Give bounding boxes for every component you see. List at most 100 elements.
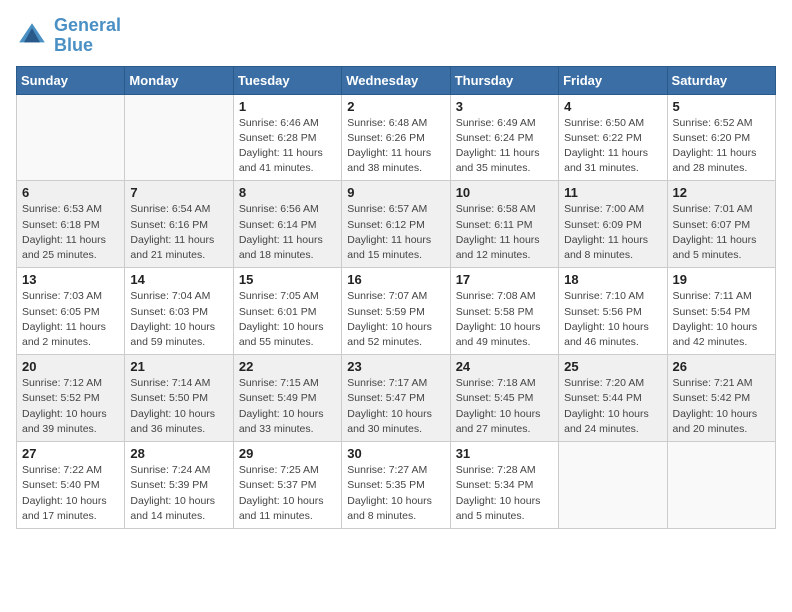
day-number: 23 [347,359,444,374]
calendar-cell: 4 Sunrise: 6:50 AMSunset: 6:22 PMDaylight… [559,94,667,181]
day-info: Sunrise: 7:01 AMSunset: 6:07 PMDaylight:… [673,202,770,263]
calendar-cell: 5 Sunrise: 6:52 AMSunset: 6:20 PMDaylight… [667,94,775,181]
day-info: Sunrise: 7:00 AMSunset: 6:09 PMDaylight:… [564,202,661,263]
day-info: Sunrise: 7:27 AMSunset: 5:35 PMDaylight:… [347,463,444,524]
day-info: Sunrise: 7:04 AMSunset: 6:03 PMDaylight:… [130,289,227,350]
day-number: 22 [239,359,336,374]
day-number: 14 [130,272,227,287]
calendar-cell: 22 Sunrise: 7:15 AMSunset: 5:49 PMDayligh… [233,355,341,442]
day-number: 5 [673,99,770,114]
day-info: Sunrise: 7:10 AMSunset: 5:56 PMDaylight:… [564,289,661,350]
calendar-cell [667,442,775,529]
day-info: Sunrise: 7:07 AMSunset: 5:59 PMDaylight:… [347,289,444,350]
day-info: Sunrise: 6:52 AMSunset: 6:20 PMDaylight:… [673,116,770,177]
day-number: 13 [22,272,119,287]
day-info: Sunrise: 6:54 AMSunset: 6:16 PMDaylight:… [130,202,227,263]
day-info: Sunrise: 6:56 AMSunset: 6:14 PMDaylight:… [239,202,336,263]
page-header: General Blue [16,16,776,56]
calendar-cell: 24 Sunrise: 7:18 AMSunset: 5:45 PMDayligh… [450,355,558,442]
calendar-cell: 12 Sunrise: 7:01 AMSunset: 6:07 PMDayligh… [667,181,775,268]
calendar-table: SundayMondayTuesdayWednesdayThursdayFrid… [16,66,776,529]
calendar-cell: 15 Sunrise: 7:05 AMSunset: 6:01 PMDayligh… [233,268,341,355]
calendar-cell: 6 Sunrise: 6:53 AMSunset: 6:18 PMDaylight… [17,181,125,268]
day-number: 8 [239,185,336,200]
day-number: 24 [456,359,553,374]
day-number: 29 [239,446,336,461]
calendar-cell: 2 Sunrise: 6:48 AMSunset: 6:26 PMDaylight… [342,94,450,181]
day-info: Sunrise: 6:50 AMSunset: 6:22 PMDaylight:… [564,116,661,177]
calendar-cell: 3 Sunrise: 6:49 AMSunset: 6:24 PMDaylight… [450,94,558,181]
calendar-cell: 17 Sunrise: 7:08 AMSunset: 5:58 PMDayligh… [450,268,558,355]
day-info: Sunrise: 7:24 AMSunset: 5:39 PMDaylight:… [130,463,227,524]
day-number: 21 [130,359,227,374]
day-number: 28 [130,446,227,461]
day-info: Sunrise: 7:03 AMSunset: 6:05 PMDaylight:… [22,289,119,350]
calendar-cell [125,94,233,181]
day-info: Sunrise: 7:17 AMSunset: 5:47 PMDaylight:… [347,376,444,437]
day-number: 15 [239,272,336,287]
calendar-cell: 25 Sunrise: 7:20 AMSunset: 5:44 PMDayligh… [559,355,667,442]
day-number: 2 [347,99,444,114]
calendar-cell: 10Sunrise: 6:58 AMSunset: 6:11 PMDayligh… [450,181,558,268]
day-of-week-header: Friday [559,66,667,94]
calendar-cell: 9 Sunrise: 6:57 AMSunset: 6:12 PMDaylight… [342,181,450,268]
calendar-cell: 21 Sunrise: 7:14 AMSunset: 5:50 PMDayligh… [125,355,233,442]
day-info: Sunrise: 7:15 AMSunset: 5:49 PMDaylight:… [239,376,336,437]
calendar-cell: 18 Sunrise: 7:10 AMSunset: 5:56 PMDayligh… [559,268,667,355]
day-info: Sunrise: 6:53 AMSunset: 6:18 PMDaylight:… [22,202,119,263]
day-info: Sunrise: 7:12 AMSunset: 5:52 PMDaylight:… [22,376,119,437]
day-number: 12 [673,185,770,200]
day-number: 4 [564,99,661,114]
day-info: Sunrise: 7:14 AMSunset: 5:50 PMDaylight:… [130,376,227,437]
day-number: 1 [239,99,336,114]
day-info: Sunrise: 6:49 AMSunset: 6:24 PMDaylight:… [456,116,553,177]
day-info: Sunrise: 7:11 AMSunset: 5:54 PMDaylight:… [673,289,770,350]
day-of-week-header: Thursday [450,66,558,94]
day-number: 27 [22,446,119,461]
day-number: 7 [130,185,227,200]
day-of-week-header: Saturday [667,66,775,94]
calendar-cell: 23 Sunrise: 7:17 AMSunset: 5:47 PMDayligh… [342,355,450,442]
calendar-cell: 29 Sunrise: 7:25 AMSunset: 5:37 PMDayligh… [233,442,341,529]
day-number: 31 [456,446,553,461]
day-info: Sunrise: 7:18 AMSunset: 5:45 PMDaylight:… [456,376,553,437]
day-info: Sunrise: 6:48 AMSunset: 6:26 PMDaylight:… [347,116,444,177]
day-number: 11 [564,185,661,200]
day-number: 9 [347,185,444,200]
day-of-week-header: Monday [125,66,233,94]
day-number: 16 [347,272,444,287]
calendar-cell: 20 Sunrise: 7:12 AMSunset: 5:52 PMDayligh… [17,355,125,442]
day-number: 18 [564,272,661,287]
day-info: Sunrise: 7:25 AMSunset: 5:37 PMDaylight:… [239,463,336,524]
calendar-cell: 19 Sunrise: 7:11 AMSunset: 5:54 PMDayligh… [667,268,775,355]
calendar-cell [559,442,667,529]
day-number: 25 [564,359,661,374]
day-info: Sunrise: 7:08 AMSunset: 5:58 PMDaylight:… [456,289,553,350]
day-info: Sunrise: 7:22 AMSunset: 5:40 PMDaylight:… [22,463,119,524]
calendar-week-row: 27 Sunrise: 7:22 AMSunset: 5:40 PMDayligh… [17,442,776,529]
calendar-cell: 11 Sunrise: 7:00 AMSunset: 6:09 PMDayligh… [559,181,667,268]
day-number: 20 [22,359,119,374]
day-number: 3 [456,99,553,114]
calendar-week-row: 20 Sunrise: 7:12 AMSunset: 5:52 PMDayligh… [17,355,776,442]
day-info: Sunrise: 7:21 AMSunset: 5:42 PMDaylight:… [673,376,770,437]
day-of-week-header: Sunday [17,66,125,94]
calendar-cell: 7 Sunrise: 6:54 AMSunset: 6:16 PMDaylight… [125,181,233,268]
day-number: 19 [673,272,770,287]
day-info: Sunrise: 6:46 AMSunset: 6:28 PMDaylight:… [239,116,336,177]
day-number: 10 [456,185,553,200]
logo: General Blue [16,16,121,56]
day-of-week-header: Tuesday [233,66,341,94]
day-info: Sunrise: 7:20 AMSunset: 5:44 PMDaylight:… [564,376,661,437]
day-number: 30 [347,446,444,461]
day-number: 17 [456,272,553,287]
day-info: Sunrise: 7:05 AMSunset: 6:01 PMDaylight:… [239,289,336,350]
day-number: 6 [22,185,119,200]
logo-icon [16,20,48,52]
calendar-cell: 31Sunrise: 7:28 AMSunset: 5:34 PMDayligh… [450,442,558,529]
calendar-week-row: 6 Sunrise: 6:53 AMSunset: 6:18 PMDaylight… [17,181,776,268]
logo-text: General Blue [54,16,121,56]
calendar-cell: 28 Sunrise: 7:24 AMSunset: 5:39 PMDayligh… [125,442,233,529]
calendar-cell: 27 Sunrise: 7:22 AMSunset: 5:40 PMDayligh… [17,442,125,529]
day-info: Sunrise: 6:57 AMSunset: 6:12 PMDaylight:… [347,202,444,263]
